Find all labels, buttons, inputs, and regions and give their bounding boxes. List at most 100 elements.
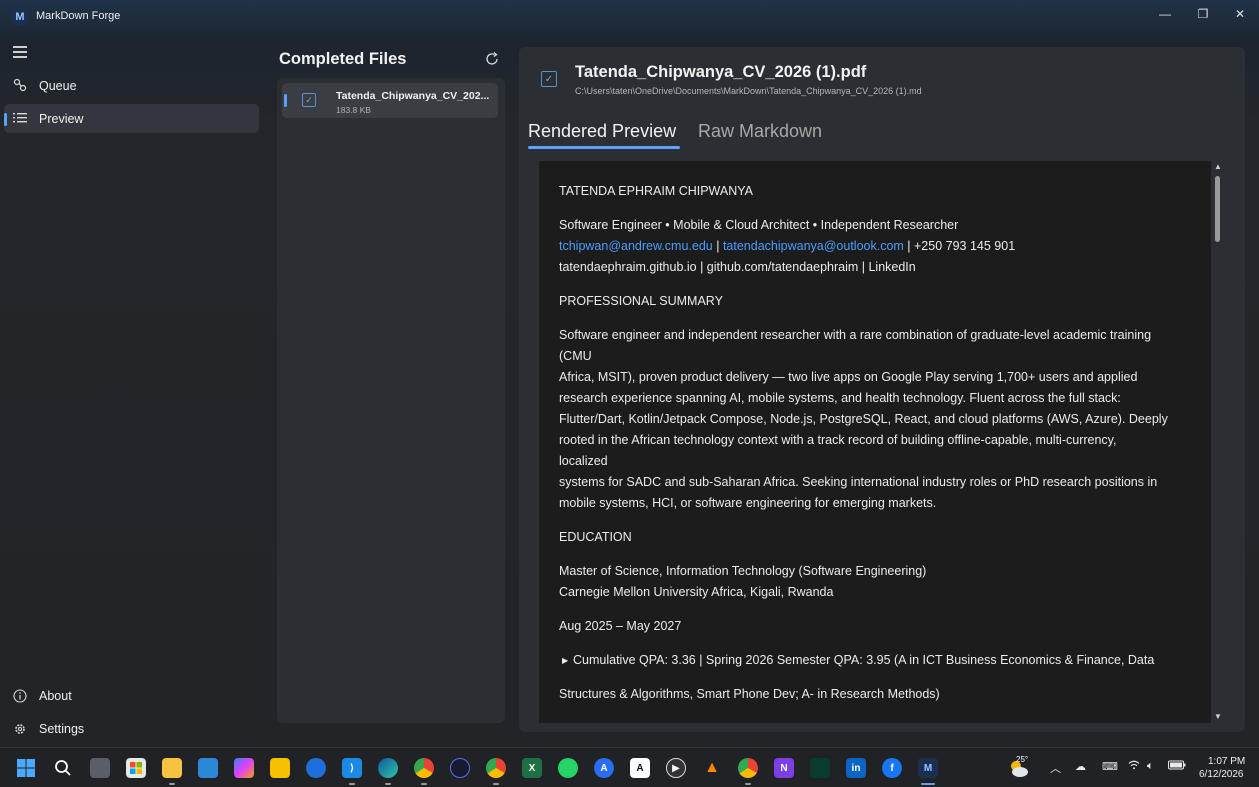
vertical-scrollbar[interactable]: ▲ ▼ [1212,161,1224,723]
media-player-icon[interactable]: ▶ [666,758,686,778]
phone-text: | +250 793 145 901 [903,239,1016,253]
vlc-icon[interactable]: ▲ [702,758,722,778]
nav-item-queue[interactable]: Queue [4,71,259,100]
temperature-text: 25° [1016,755,1029,764]
vscode-icon[interactable]: ⟩ [342,758,362,778]
search-icon[interactable] [53,758,73,778]
degree-text: Master of Science, Information Technolog… [559,564,927,578]
summary-paragraph: Software engineer and independent resear… [559,325,1189,514]
summary-line: localized [559,454,608,468]
file-explorer-icon[interactable] [162,758,182,778]
rendered-preview-content[interactable]: TATENDA EPHRAIM CHIPWANYA Software Engin… [539,161,1211,723]
facebook-icon[interactable]: f [882,758,902,778]
checkbox-icon: ✓ [302,93,316,107]
windows-start-icon[interactable] [16,758,36,778]
markdown-forge-taskbar-icon[interactable]: M [918,758,938,778]
whatsapp-icon[interactable] [558,758,578,778]
file-size: 183.8 KB [336,105,371,115]
title-bar: M MarkDown Forge — ❐ ✕ [0,0,1259,32]
nav-label-preview: Preview [39,111,84,126]
file-name: Tatenda_Chipwanya_CV_202... [336,90,490,102]
app-store-icon[interactable]: A [594,758,614,778]
chrome-profile-2-icon[interactable] [738,758,758,778]
excel-icon[interactable]: X [522,758,542,778]
scroll-down-arrow-icon[interactable]: ▼ [1213,713,1223,721]
chrome-profile-icon[interactable] [486,758,506,778]
app-a-icon[interactable]: A [630,758,650,778]
email-link-outlook[interactable]: tatendachipwanya@outlook.com [723,239,904,253]
completed-files-title: Completed Files [279,50,407,68]
cv-links: tatendaephraim.github.io | github.com/ta… [559,260,916,274]
onedrive-cloud-icon[interactable]: ☁ [1075,760,1086,773]
active-app-indicator [921,783,935,785]
bullet-continuation: Structures & Algorithms, Smart Phone Dev… [559,687,940,702]
separator: | [712,239,723,253]
sync-app-icon[interactable] [306,758,326,778]
running-indicator [493,783,499,785]
chevron-up-icon[interactable]: ︿ [1050,760,1061,776]
android-studio-icon[interactable] [810,758,830,778]
selection-indicator [284,94,287,107]
summary-line: mobile systems, HCI, or software enginee… [559,496,937,510]
nav-item-settings[interactable]: Settings [4,715,259,743]
scroll-up-arrow-icon[interactable]: ▲ [1213,163,1223,171]
scroll-thumb[interactable] [1215,176,1220,242]
bullet-item: ▶ Cumulative QPA: 3.36 | Spring 2026 Seme… [559,650,1189,671]
volume-icon[interactable]: 🔈︎ [1147,760,1154,773]
summary-line: systems for SADC and sub-Saharan Africa.… [559,475,1158,489]
email-link-cmu[interactable]: tchipwan@andrew.cmu.edu [559,239,713,253]
summary-line: rooted in the African technology context… [559,433,1117,447]
app-logo-icon: M [12,9,28,25]
keyboard-icon[interactable]: ⌨ [1102,760,1118,773]
maximize-button[interactable]: ❐ [1184,0,1222,28]
close-button[interactable]: ✕ [1221,0,1259,28]
microsoft-store-icon[interactable] [126,758,146,778]
clock-date[interactable]: 6/12/2026 [1199,769,1244,780]
selection-indicator [4,113,7,126]
summary-line: Software engineer and independent resear… [559,328,1152,342]
running-indicator [745,783,751,785]
nav-item-about[interactable]: About [4,682,259,710]
file-list-item[interactable]: ✓ Tatenda_Chipwanya_CV_202... 183.8 KB [282,83,498,118]
education-dates: Aug 2025 – May 2027 [559,619,682,633]
wifi-icon[interactable] [1128,760,1140,773]
running-indicator [169,783,175,785]
education-heading: EDUCATION [559,530,632,544]
education-degree-block: Master of Science, Information Technolog… [559,561,1189,603]
sticky-notes-icon[interactable] [270,758,290,778]
visual-studio-icon[interactable]: N [774,758,794,778]
refresh-icon[interactable] [484,51,500,67]
summary-line: Africa, MSIT), proven product delivery —… [559,370,1138,384]
completed-files-panel [277,78,505,723]
list-icon [12,110,28,126]
chrome-browser-icon[interactable] [414,758,434,778]
checkbox-icon: ✓ [541,71,557,87]
queue-icon [12,77,28,93]
summary-heading: PROFESSIONAL SUMMARY [559,294,723,308]
cv-name: TATENDA EPHRAIM CHIPWANYA [559,184,754,198]
summary-line: (CMU [559,349,592,363]
window-title: MarkDown Forge [36,10,121,22]
app-circle-icon[interactable] [450,758,470,778]
hamburger-menu-icon[interactable] [13,46,27,58]
clock-time[interactable]: 1:07 PM [1208,756,1245,767]
bullet-text: Cumulative QPA: 3.36 | Spring 2026 Semes… [573,653,1155,667]
calculator-app-icon[interactable] [198,758,218,778]
university-text: Carnegie Mellon University Africa, Kigal… [559,585,834,599]
summary-line: Flutter/Dart, Kotlin/Jetpack Compose, No… [559,412,1168,426]
cv-tagline: Software Engineer • Mobile & Cloud Archi… [559,218,959,232]
bullet-icon: ▶ [562,656,569,666]
edge-browser-icon[interactable] [378,758,398,778]
tab-rendered-preview[interactable]: Rendered Preview [528,121,676,142]
copilot-icon[interactable] [234,758,254,778]
summary-line: research experience spanning AI, mobile … [559,391,1121,405]
gear-icon [12,721,28,737]
tab-raw-markdown[interactable]: Raw Markdown [698,121,822,142]
task-view-icon[interactable] [90,758,110,778]
document-title: Tatenda_Chipwanya_CV_2026 (1).pdf [575,63,867,81]
nav-item-preview[interactable]: Preview [4,104,259,133]
battery-icon[interactable] [1168,760,1186,773]
minimize-button[interactable]: — [1146,0,1184,28]
linkedin-icon[interactable]: in [846,758,866,778]
nav-label-settings: Settings [39,722,85,736]
